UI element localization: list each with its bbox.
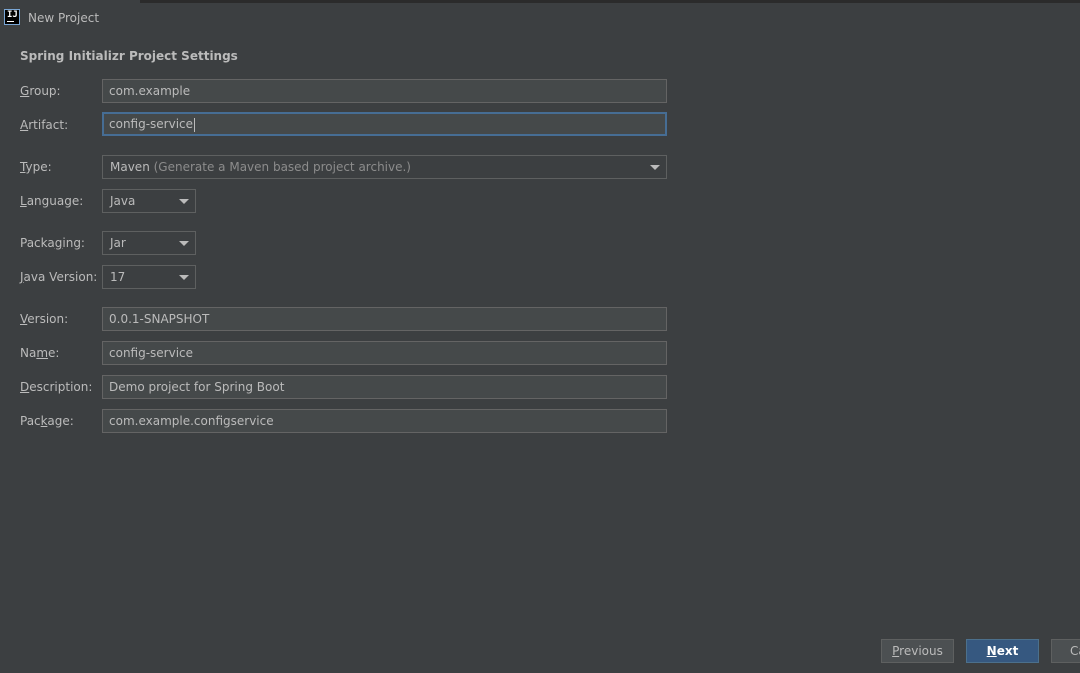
section-title: Spring Initializr Project Settings bbox=[20, 49, 238, 63]
language-dropdown[interactable]: Java bbox=[102, 189, 196, 213]
text-caret bbox=[194, 117, 196, 132]
intellij-idea-icon: IJ bbox=[4, 9, 20, 25]
next-button[interactable]: Next bbox=[966, 639, 1039, 663]
artifact-label: Artifact: bbox=[20, 118, 69, 132]
group-field[interactable]: com.example bbox=[102, 79, 667, 103]
chevron-down-icon bbox=[650, 165, 660, 170]
chevron-down-icon bbox=[179, 199, 189, 204]
type-label: Type: bbox=[20, 160, 52, 174]
package-field[interactable]: com.example.configservice bbox=[102, 409, 667, 433]
package-label: Package: bbox=[20, 414, 74, 428]
type-dropdown[interactable]: Maven (Generate a Maven based project ar… bbox=[102, 155, 667, 179]
description-label: Description: bbox=[20, 380, 93, 394]
name-label: Name: bbox=[20, 346, 60, 360]
new-project-dialog: IJ New Project Spring Initializr Project… bbox=[0, 0, 1080, 673]
cancel-button[interactable]: Ca bbox=[1051, 639, 1080, 663]
packaging-dropdown[interactable]: Jar bbox=[102, 231, 196, 255]
name-field[interactable]: config-service bbox=[102, 341, 667, 365]
language-label: Language: bbox=[20, 194, 84, 208]
artifact-field[interactable]: config-service bbox=[102, 112, 667, 136]
java-version-dropdown[interactable]: 17 bbox=[102, 265, 196, 289]
chevron-down-icon bbox=[179, 241, 189, 246]
packaging-label: Packaging: bbox=[20, 236, 85, 250]
description-field[interactable]: Demo project for Spring Boot bbox=[102, 375, 667, 399]
version-field[interactable]: 0.0.1-SNAPSHOT bbox=[102, 307, 667, 331]
version-label: Version: bbox=[20, 312, 69, 326]
title-bar: IJ New Project bbox=[0, 0, 1080, 36]
group-label: Group: bbox=[20, 84, 61, 98]
chevron-down-icon bbox=[179, 275, 189, 280]
window-title: New Project bbox=[28, 11, 100, 25]
java-version-label: Java Version: bbox=[20, 270, 98, 284]
previous-button[interactable]: Previous bbox=[881, 639, 954, 663]
